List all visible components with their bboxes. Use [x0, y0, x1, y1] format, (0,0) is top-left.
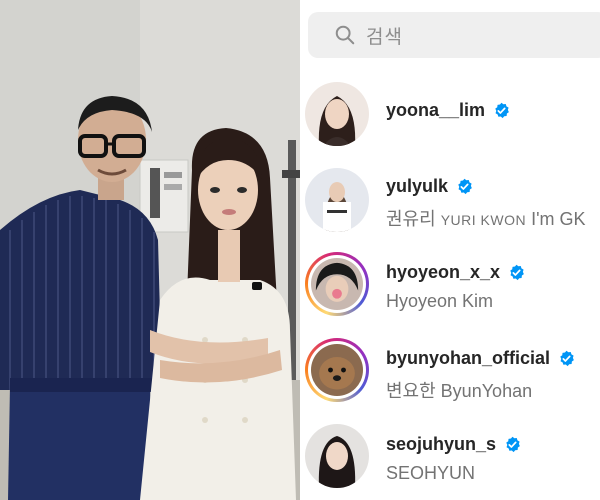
verified-badge-icon [506, 436, 520, 453]
result-username: yoona__lim [386, 100, 510, 121]
verified-badge-icon [510, 264, 524, 281]
search-result-row[interactable]: yulyulk 권유리 YURI KWON I'm GK [300, 164, 600, 236]
username-text: byunyohan_official [386, 348, 551, 368]
result-username: hyoyeon_x_x [386, 262, 525, 283]
search-icon [335, 25, 355, 45]
photo-panel [0, 0, 300, 500]
avatar-story-ring[interactable] [305, 338, 369, 402]
result-fullname: Hyoyeon Kim [386, 291, 494, 311]
photo-image [0, 0, 300, 500]
avatar[interactable] [305, 424, 369, 488]
username-text: yoona__lim [386, 100, 486, 120]
result-username: byunyohan_official [386, 348, 575, 369]
search-result-row[interactable]: yoona__lim [300, 78, 600, 150]
avatar[interactable] [305, 82, 369, 146]
username-text: hyoyeon_x_x [386, 262, 501, 282]
fullname-korean: 권유리 [386, 209, 436, 229]
username-text: seojuhyun_s [386, 434, 497, 454]
avatar[interactable] [305, 168, 369, 232]
username-text: yulyulk [386, 176, 449, 196]
fullname-rest: I'm GK [531, 209, 586, 229]
verified-badge-icon [458, 178, 472, 195]
avatar-story-ring[interactable] [305, 252, 369, 316]
result-fullname: SEOHYUN [386, 463, 476, 483]
result-fullname: 변요한 ByunYohan [386, 381, 533, 401]
verified-badge-icon [495, 102, 509, 119]
fullname-caps: YURI KWON [440, 212, 527, 228]
search-placeholder: 검색 [366, 26, 403, 48]
verified-badge-icon [560, 350, 574, 367]
search-panel: 검색 yoona__lim yulyulk 권유리 YURI KWON I'm … [300, 0, 600, 500]
search-result-row[interactable]: hyoyeon_x_x Hyoyeon Kim [300, 248, 600, 320]
result-fullname: 권유리 YURI KWON I'm GK [386, 205, 586, 231]
result-username: yulyulk [386, 176, 586, 197]
search-result-row[interactable]: seojuhyun_s SEOHYUN [300, 420, 600, 492]
search-result-row[interactable]: byunyohan_official 변요한 ByunYohan [300, 334, 600, 406]
search-input[interactable]: 검색 [308, 12, 600, 58]
result-username: seojuhyun_s [386, 434, 521, 455]
